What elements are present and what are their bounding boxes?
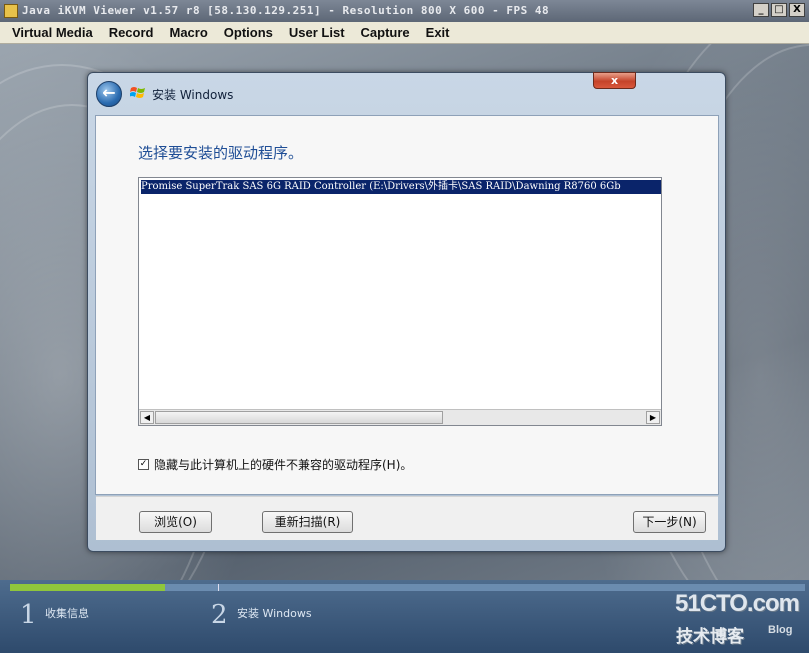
horizontal-scrollbar[interactable]: ◀ ▶	[139, 409, 661, 425]
close-window-button[interactable]: X	[789, 3, 805, 17]
hide-incompatible-option[interactable]: ✓ 隐藏与此计算机上的硬件不兼容的驱动程序(H)。	[138, 456, 412, 473]
java-app-icon	[4, 4, 18, 18]
menu-virtual-media[interactable]: Virtual Media	[4, 23, 101, 43]
watermark-tagline: 技术博客	[676, 627, 744, 647]
step-label: 安装 Windows	[237, 607, 312, 620]
window-titlebar: Java iKVM Viewer v1.57 r8 [58.130.129.25…	[0, 0, 809, 22]
browse-button[interactable]: 浏览(O)	[139, 511, 212, 533]
menu-macro[interactable]: Macro	[161, 23, 215, 43]
windows-logo-icon	[130, 87, 145, 98]
maximize-button[interactable]: □	[771, 3, 787, 17]
scroll-right-arrow-icon[interactable]: ▶	[646, 411, 660, 424]
step-number: 1	[20, 600, 37, 630]
dialog-close-button[interactable]: x	[593, 72, 636, 89]
menu-exit[interactable]: Exit	[418, 23, 458, 43]
hide-incompatible-label[interactable]: 隐藏与此计算机上的硬件不兼容的驱动程序(H)。	[154, 456, 412, 473]
next-button[interactable]: 下一步(N)	[633, 511, 706, 533]
menu-options[interactable]: Options	[216, 23, 281, 43]
progress-fill	[10, 584, 165, 591]
hide-incompatible-checkbox[interactable]: ✓	[138, 459, 149, 470]
driver-list-item[interactable]: Promise SuperTrak SAS 6G RAID Controller…	[141, 180, 661, 194]
window-title: Java iKVM Viewer v1.57 r8 [58.130.129.25…	[22, 4, 550, 17]
minimize-button[interactable]: _	[753, 3, 769, 17]
scroll-left-arrow-icon[interactable]: ◀	[140, 411, 154, 424]
driver-list[interactable]: Promise SuperTrak SAS 6G RAID Controller…	[138, 177, 662, 426]
scrollbar-thumb[interactable]	[155, 411, 443, 424]
progress-divider	[218, 584, 219, 591]
step-number: 2	[211, 600, 228, 630]
menu-capture[interactable]: Capture	[353, 23, 418, 43]
menu-record[interactable]: Record	[101, 23, 162, 43]
dialog-footer: 浏览(O) 重新扫描(R) 下一步(N)	[96, 496, 718, 540]
step-label: 收集信息	[45, 607, 89, 620]
dialog-title: 安装 Windows	[152, 88, 234, 102]
page-heading: 选择要安装的驱动程序。	[138, 144, 304, 162]
watermark-site: 51CTO.com	[675, 590, 800, 617]
rescan-button[interactable]: 重新扫描(R)	[262, 511, 353, 533]
window-controls: _ □ X	[753, 3, 805, 17]
back-arrow-button[interactable]: ←	[96, 81, 122, 107]
menu-user-list[interactable]: User List	[281, 23, 353, 43]
watermark-blog: Blog	[768, 624, 793, 636]
menu-bar: Virtual Media Record Macro Options User …	[0, 22, 809, 44]
